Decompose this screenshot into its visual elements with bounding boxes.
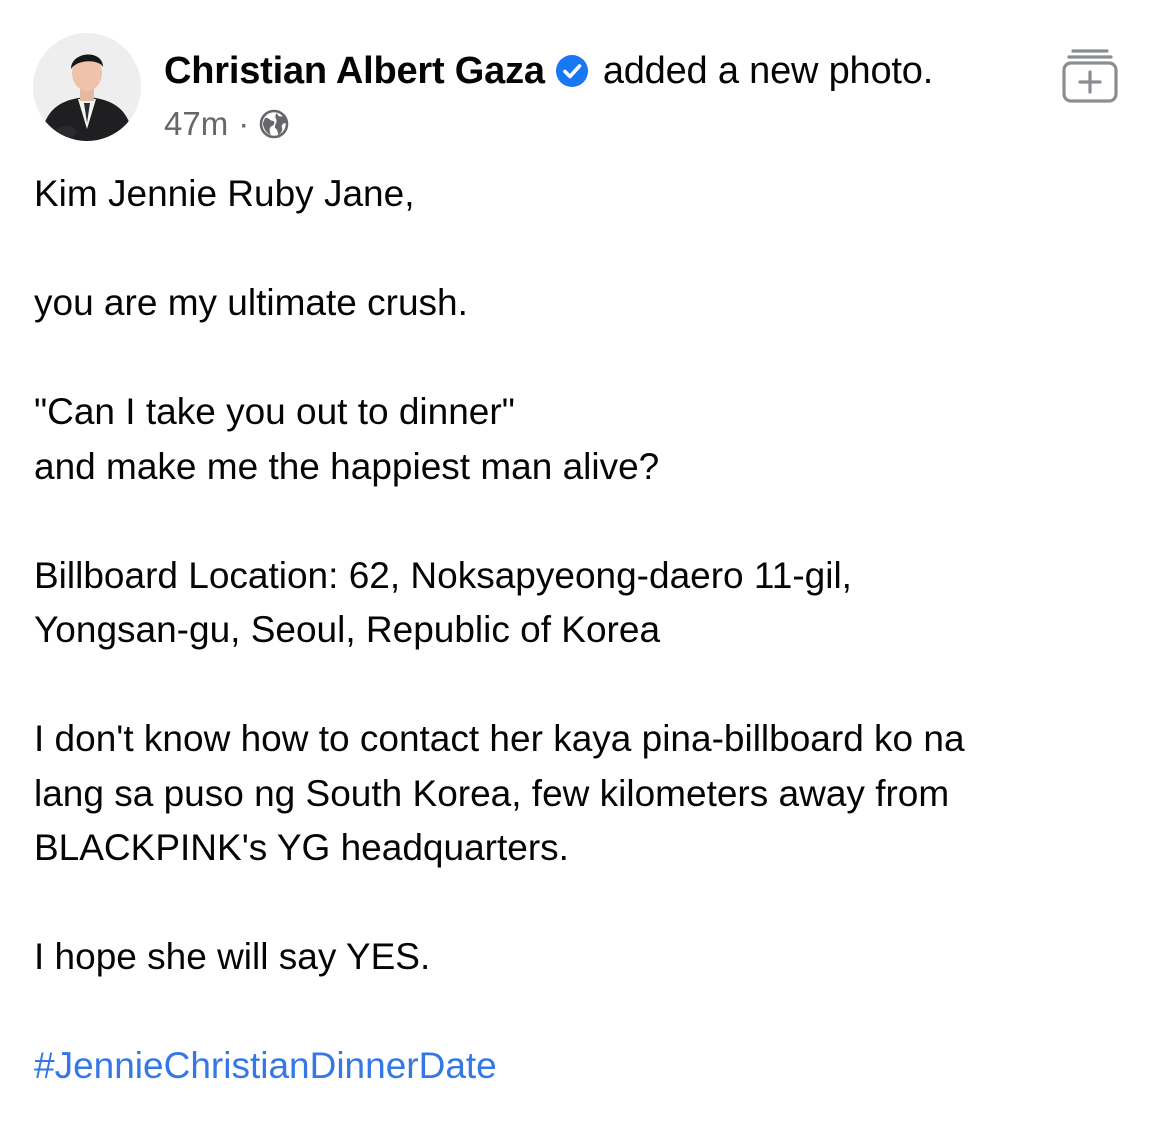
post-text-line: lang sa puso ng South Korea, few kilomet… xyxy=(34,772,950,814)
post-body: Kim Jennie Ruby Jane, you are my ultimat… xyxy=(34,167,1134,1148)
post-text-line: you are my ultimate crush. xyxy=(34,282,468,323)
post-paragraph: Kim Jennie Ruby Jane, xyxy=(34,167,1134,222)
post-meta: 47m · xyxy=(164,103,290,145)
globe-icon[interactable] xyxy=(258,108,290,140)
post-timestamp[interactable]: 47m xyxy=(164,105,228,143)
post-header: Christian Albert Gaza added a new photo. xyxy=(164,46,933,96)
post-card: Christian Albert Gaza added a new photo.… xyxy=(0,0,1160,1115)
author-avatar[interactable] xyxy=(33,33,141,141)
post-text-line: BLACKPINK's YG headquarters. xyxy=(34,827,569,868)
post-paragraph: #JennieChristianDinnerDate xyxy=(34,1039,1134,1094)
post-paragraph: Billboard Location: 62, Noksapyeong-daer… xyxy=(34,549,1134,658)
meta-separator: · xyxy=(238,105,250,142)
post-text-line: and make me the happiest man alive? xyxy=(34,445,660,487)
post-paragraph: "Can I take you out to dinner" and make … xyxy=(34,385,1134,494)
post-text-line: Yongsan-gu, Seoul, Republic of Korea xyxy=(34,609,661,650)
post-paragraph: you are my ultimate crush. xyxy=(34,276,1134,331)
avatar-image xyxy=(33,33,141,141)
post-text-line: I don't know how to contact her kaya pin… xyxy=(34,718,965,759)
post-text-line: Billboard Location: 62, Noksapyeong-daer… xyxy=(34,554,852,596)
post-action-text: added a new photo. xyxy=(602,49,934,92)
add-to-collection-button[interactable] xyxy=(1061,44,1119,104)
verified-badge-icon xyxy=(555,54,589,88)
post-text-line: "Can I take you out to dinner" xyxy=(34,391,515,432)
post-paragraph: I don't know how to contact her kaya pin… xyxy=(34,712,1134,876)
author-name[interactable]: Christian Albert Gaza xyxy=(164,50,545,93)
post-text-line: I hope she will say YES. xyxy=(34,936,431,977)
post-text-line: Kim Jennie Ruby Jane, xyxy=(34,173,415,214)
add-to-collection-icon xyxy=(1062,49,1118,103)
hashtag-link[interactable]: #JennieChristianDinnerDate xyxy=(34,1039,1134,1094)
post-paragraph: I hope she will say YES. xyxy=(34,930,1134,985)
